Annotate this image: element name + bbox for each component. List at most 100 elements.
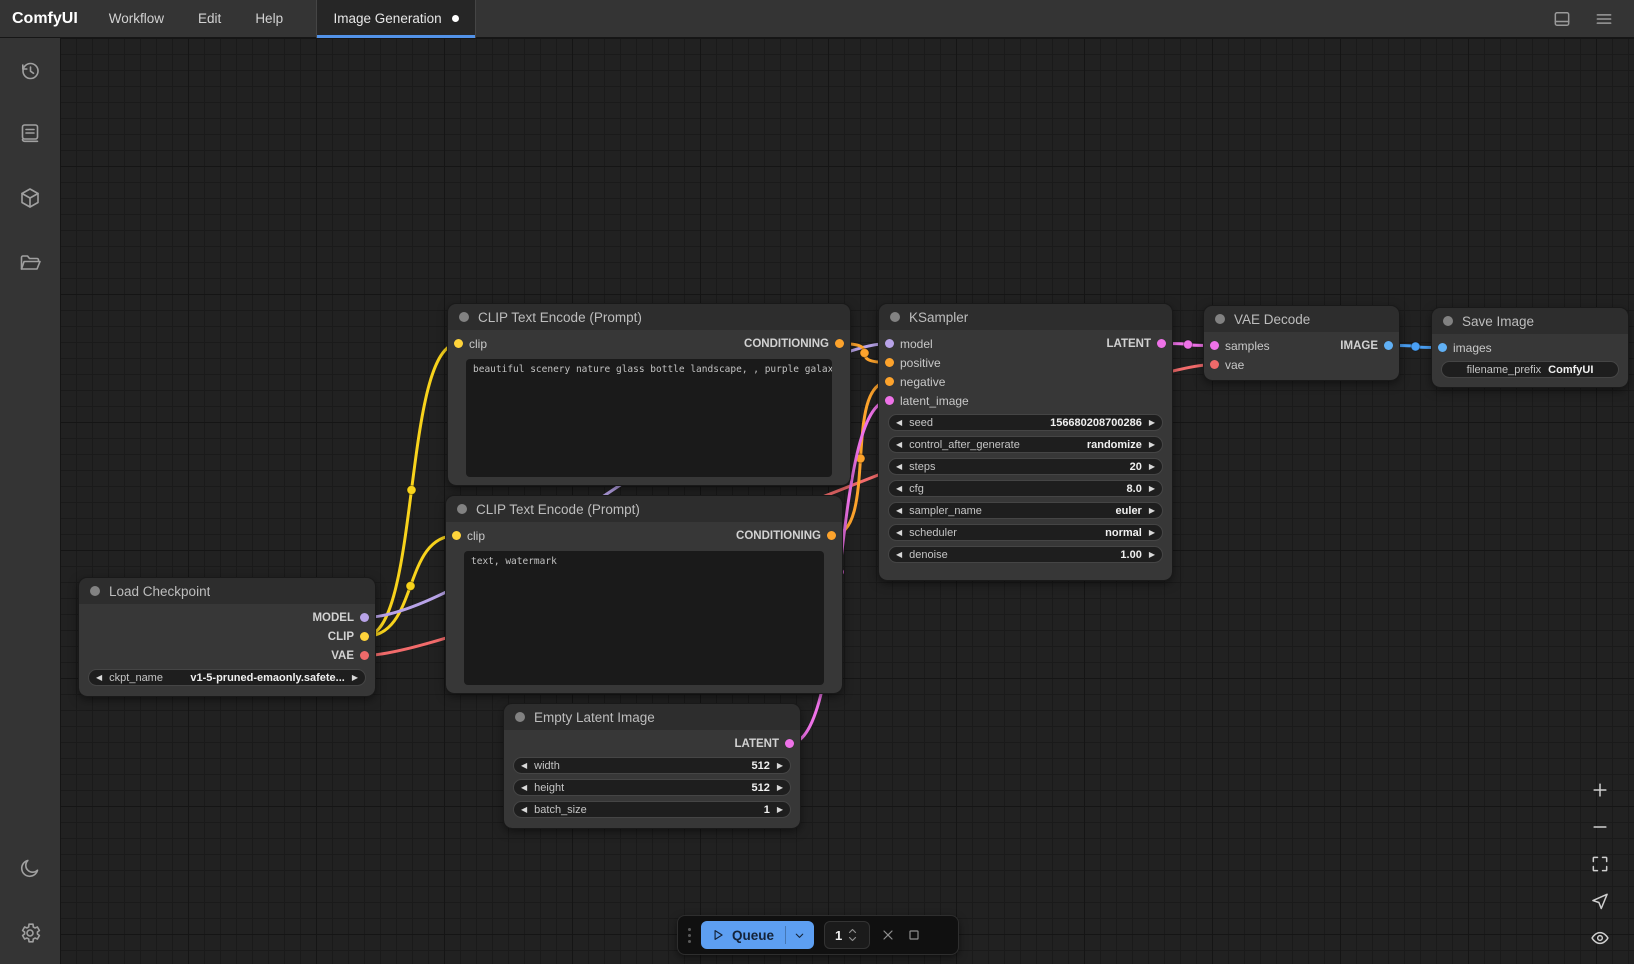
node-ksampler[interactable]: KSamplermodelLATENTpositivenegativelaten… xyxy=(879,304,1172,580)
stop-icon[interactable] xyxy=(906,927,922,943)
widget-left-arrow-icon[interactable]: ◀ xyxy=(896,507,902,515)
link-midpoint-dot[interactable] xyxy=(407,486,416,495)
port-dot[interactable] xyxy=(452,531,461,540)
collapse-dot[interactable] xyxy=(457,504,467,514)
link-midpoint-dot[interactable] xyxy=(1184,340,1193,349)
cube-icon[interactable] xyxy=(18,186,42,210)
widget-left-arrow-icon[interactable]: ◀ xyxy=(521,806,527,814)
widget-right-arrow-icon[interactable]: ▶ xyxy=(777,806,783,814)
output-port-LATENT[interactable]: LATENT xyxy=(734,738,794,750)
queue-button[interactable]: Queue xyxy=(701,921,814,949)
widget-width[interactable]: ◀width512▶ xyxy=(513,757,791,774)
node-title-bar[interactable]: CLIP Text Encode (Prompt) xyxy=(448,304,850,330)
widget-denoise[interactable]: ◀denoise1.00▶ xyxy=(888,546,1163,563)
widget-scheduler[interactable]: ◀schedulernormal▶ xyxy=(888,524,1163,541)
widget-right-arrow-icon[interactable]: ▶ xyxy=(1149,551,1155,559)
folder-icon[interactable] xyxy=(18,251,42,275)
widget-steps[interactable]: ◀steps20▶ xyxy=(888,458,1163,475)
input-port-clip[interactable]: clip xyxy=(452,529,485,543)
port-dot[interactable] xyxy=(1210,341,1219,350)
widget-right-arrow-icon[interactable]: ▶ xyxy=(1149,419,1155,427)
widget-control_after_generate[interactable]: ◀control_after_generaterandomize▶ xyxy=(888,436,1163,453)
output-port-CONDITIONING[interactable]: CONDITIONING xyxy=(744,338,844,350)
widget-right-arrow-icon[interactable]: ▶ xyxy=(1149,441,1155,449)
node-title-bar[interactable]: CLIP Text Encode (Prompt) xyxy=(446,496,842,522)
widget-sampler_name[interactable]: ◀sampler_nameeuler▶ xyxy=(888,502,1163,519)
gear-icon[interactable] xyxy=(18,921,42,945)
node-title-bar[interactable]: KSampler xyxy=(879,304,1172,330)
collapse-dot[interactable] xyxy=(459,312,469,322)
port-dot[interactable] xyxy=(885,339,894,348)
prompt-textarea[interactable]: text, watermark xyxy=(464,551,824,685)
port-dot[interactable] xyxy=(454,339,463,348)
widget-right-arrow-icon[interactable]: ▶ xyxy=(1149,485,1155,493)
collapse-dot[interactable] xyxy=(890,312,900,322)
fit-view-button[interactable] xyxy=(1588,852,1612,876)
node-title-bar[interactable]: Empty Latent Image xyxy=(504,704,800,730)
widget-filename_prefix[interactable]: filename_prefixComfyUI xyxy=(1441,361,1619,378)
menu-edit[interactable]: Edit xyxy=(181,11,238,26)
link-midpoint-dot[interactable] xyxy=(406,582,415,591)
widget-left-arrow-icon[interactable]: ◀ xyxy=(96,674,102,682)
port-dot[interactable] xyxy=(785,739,794,748)
toggle-link-visibility-button[interactable] xyxy=(1588,926,1612,950)
node-graph-canvas[interactable]: Load CheckpointMODELCLIPVAE◀ckpt_namev1-… xyxy=(60,38,1634,964)
collapse-dot[interactable] xyxy=(90,586,100,596)
widget-left-arrow-icon[interactable]: ◀ xyxy=(896,529,902,537)
port-dot[interactable] xyxy=(360,651,369,660)
widget-cfg[interactable]: ◀cfg8.0▶ xyxy=(888,480,1163,497)
collapse-dot[interactable] xyxy=(515,712,525,722)
input-port-model[interactable]: model xyxy=(885,337,933,351)
widget-right-arrow-icon[interactable]: ▶ xyxy=(1149,529,1155,537)
node-clip-pos[interactable]: CLIP Text Encode (Prompt)clipCONDITIONIN… xyxy=(448,304,850,485)
input-port-negative[interactable]: negative xyxy=(885,375,945,389)
port-dot[interactable] xyxy=(885,396,894,405)
output-port-IMAGE[interactable]: IMAGE xyxy=(1340,340,1393,352)
widget-left-arrow-icon[interactable]: ◀ xyxy=(521,762,527,770)
batch-count-stepper[interactable]: 1 xyxy=(824,921,870,949)
widget-left-arrow-icon[interactable]: ◀ xyxy=(896,441,902,449)
prompt-textarea[interactable]: beautiful scenery nature glass bottle la… xyxy=(466,359,832,477)
input-port-latent_image[interactable]: latent_image xyxy=(885,394,969,408)
stepper-up-icon[interactable] xyxy=(848,928,857,934)
widget-left-arrow-icon[interactable]: ◀ xyxy=(896,463,902,471)
port-dot[interactable] xyxy=(1157,339,1166,348)
node-title-bar[interactable]: Load Checkpoint xyxy=(79,578,375,604)
widget-batch_size[interactable]: ◀batch_size1▶ xyxy=(513,801,791,818)
collapse-dot[interactable] xyxy=(1443,316,1453,326)
widget-right-arrow-icon[interactable]: ▶ xyxy=(1149,507,1155,515)
queue-icon[interactable] xyxy=(18,121,42,145)
drag-handle-icon[interactable] xyxy=(688,928,691,943)
widget-left-arrow-icon[interactable]: ◀ xyxy=(896,485,902,493)
input-port-images[interactable]: images xyxy=(1438,341,1492,355)
menu-help[interactable]: Help xyxy=(238,11,300,26)
input-port-samples[interactable]: samples xyxy=(1210,339,1270,353)
widget-left-arrow-icon[interactable]: ◀ xyxy=(521,784,527,792)
widget-right-arrow-icon[interactable]: ▶ xyxy=(352,674,358,682)
input-port-positive[interactable]: positive xyxy=(885,356,941,370)
input-port-vae[interactable]: vae xyxy=(1210,358,1244,372)
port-dot[interactable] xyxy=(885,358,894,367)
zoom-out-button[interactable] xyxy=(1588,815,1612,839)
node-save-image[interactable]: Save Image images filename_prefixComfyUI xyxy=(1432,308,1628,387)
widget-left-arrow-icon[interactable]: ◀ xyxy=(896,551,902,559)
port-dot[interactable] xyxy=(1210,360,1219,369)
zoom-in-button[interactable] xyxy=(1588,778,1612,802)
widget-right-arrow-icon[interactable]: ▶ xyxy=(777,784,783,792)
collapse-dot[interactable] xyxy=(1215,314,1225,324)
node-empty-latent[interactable]: Empty Latent Image LATENT ◀width512▶ ◀heigh… xyxy=(504,704,800,828)
clear-queue-icon[interactable] xyxy=(880,927,896,943)
widget-ckpt_name[interactable]: ◀ckpt_namev1-5-pruned-emaonly.safete...▶ xyxy=(88,669,366,686)
moon-icon[interactable] xyxy=(18,856,42,880)
widget-height[interactable]: ◀height512▶ xyxy=(513,779,791,796)
port-dot[interactable] xyxy=(835,339,844,348)
output-port-MODEL[interactable]: MODEL xyxy=(312,612,369,624)
port-dot[interactable] xyxy=(360,613,369,622)
menu-workflow[interactable]: Workflow xyxy=(92,11,181,26)
link-midpoint-dot[interactable] xyxy=(1411,342,1420,351)
hamburger-menu-icon[interactable] xyxy=(1594,9,1614,29)
widget-left-arrow-icon[interactable]: ◀ xyxy=(896,419,902,427)
widget-seed[interactable]: ◀seed156680208700286▶ xyxy=(888,414,1163,431)
node-title-bar[interactable]: Save Image xyxy=(1432,308,1628,334)
output-port-CONDITIONING[interactable]: CONDITIONING xyxy=(736,530,836,542)
